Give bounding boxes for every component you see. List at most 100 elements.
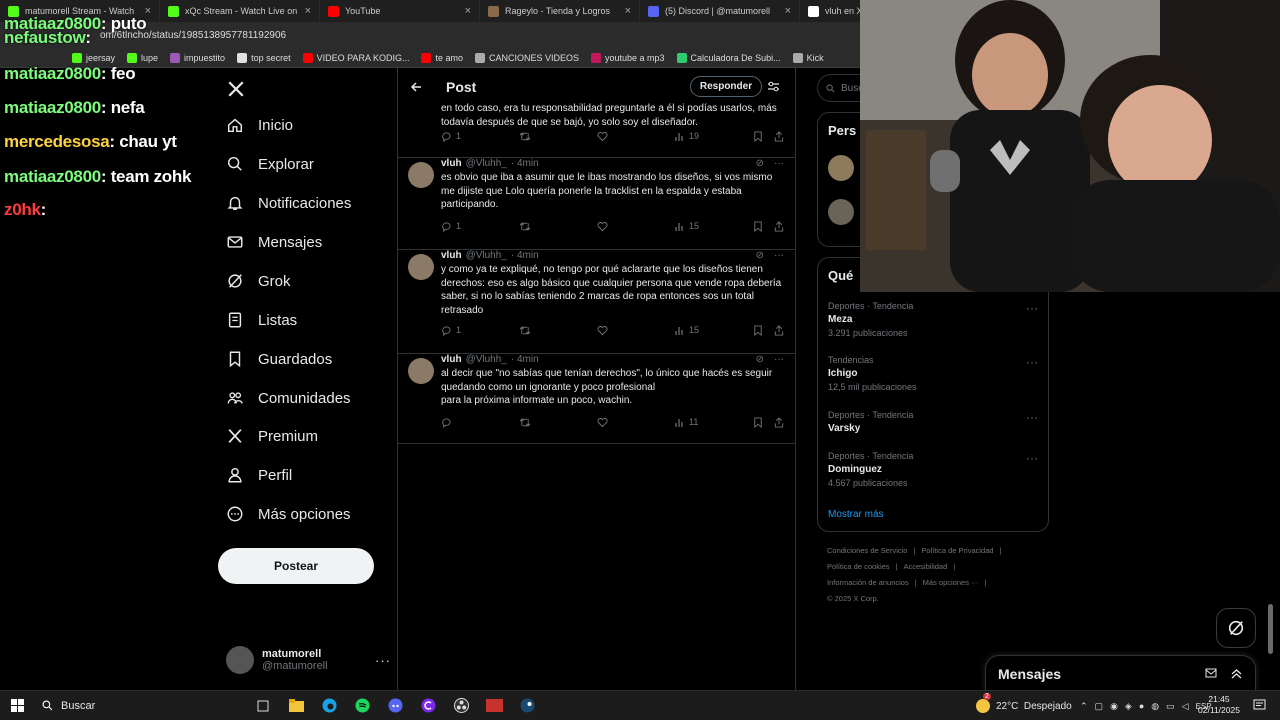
like-action[interactable] bbox=[597, 325, 612, 336]
avatar[interactable] bbox=[408, 358, 434, 384]
reply-action[interactable]: 1 bbox=[441, 221, 461, 232]
nav-item-mensajes[interactable]: Mensajes bbox=[226, 233, 322, 251]
reply-action[interactable]: 1 bbox=[441, 131, 461, 142]
footer-link[interactable]: Política de Privacidad bbox=[921, 546, 993, 555]
chevron-up-icon[interactable] bbox=[1230, 667, 1243, 680]
reply-button[interactable]: Responder bbox=[690, 76, 762, 97]
tweet-author-handle[interactable]: @Vluhh_ bbox=[466, 250, 507, 261]
steam-icon[interactable] bbox=[516, 695, 538, 717]
share-icon[interactable] bbox=[774, 416, 784, 428]
more-icon[interactable]: ··· bbox=[1026, 410, 1038, 424]
weather-widget[interactable]: 2 22°C Despejado bbox=[976, 693, 1072, 713]
bookmark-item[interactable]: VIDEO PARA KODIG... bbox=[299, 52, 414, 63]
bookmark-item[interactable]: youtube a mp3 bbox=[587, 52, 669, 63]
retweet-action[interactable] bbox=[519, 221, 535, 232]
obs-icon[interactable] bbox=[450, 695, 472, 717]
more-icon[interactable]: ··· bbox=[1026, 301, 1038, 315]
views-action[interactable]: 11 bbox=[675, 417, 698, 428]
like-action[interactable] bbox=[597, 417, 612, 428]
nav-item-premium[interactable]: Premium bbox=[226, 427, 318, 445]
bookmark-item[interactable]: jeersay bbox=[68, 52, 119, 63]
nav-item-explorar[interactable]: Explorar bbox=[226, 155, 314, 173]
tweet[interactable]: en todo caso, era tu responsabilidad pre… bbox=[398, 96, 796, 158]
tweet[interactable]: vluh @Vluhh_ · 4min ⊘ ··· y como ya te expliq… bbox=[398, 250, 796, 354]
canva-icon[interactable] bbox=[417, 695, 439, 717]
voicemeeter-icon[interactable] bbox=[483, 695, 505, 717]
file-explorer-icon[interactable] bbox=[285, 695, 307, 717]
close-tab-icon[interactable]: × bbox=[465, 5, 471, 17]
tweet-author-name[interactable]: vluh bbox=[441, 250, 462, 261]
tweet-time[interactable]: · 4min bbox=[511, 354, 539, 365]
notification-icon[interactable] bbox=[1253, 699, 1266, 712]
bookmark-icon[interactable] bbox=[753, 324, 763, 336]
back-arrow-icon[interactable] bbox=[410, 81, 422, 93]
trend-item[interactable]: Tendencias Ichigo 12,5 mil publicaciones ··… bbox=[828, 355, 1038, 392]
footer-link[interactable]: Condiciones de Servicio bbox=[827, 546, 907, 555]
share-icon[interactable] bbox=[774, 130, 784, 142]
bookmark-item[interactable]: top secret bbox=[233, 52, 295, 63]
more-icon[interactable]: ··· bbox=[1026, 451, 1038, 465]
nav-item-grok[interactable]: Grok bbox=[226, 272, 291, 290]
tray-app-icon[interactable]: ◈ bbox=[1125, 701, 1132, 712]
account-switcher[interactable]: matumorell @matumorell ··· bbox=[226, 646, 391, 674]
avatar[interactable] bbox=[828, 199, 854, 225]
more-icon[interactable]: ··· bbox=[774, 250, 784, 261]
nav-item-perfil[interactable]: Perfil bbox=[226, 466, 292, 484]
like-action[interactable] bbox=[597, 221, 612, 232]
nav-item-guardados[interactable]: Guardados bbox=[226, 350, 332, 368]
tweet-author-name[interactable]: vluh bbox=[441, 158, 462, 169]
views-action[interactable]: 15 bbox=[675, 221, 699, 232]
trend-item[interactable]: Deportes · Tendencia Varsky ··· bbox=[828, 410, 1038, 437]
grok-explain-icon[interactable]: ⊘ bbox=[756, 354, 764, 365]
tray-app-icon[interactable]: ▢ bbox=[1095, 701, 1104, 712]
footer-link[interactable]: Información de anuncios bbox=[827, 578, 909, 587]
nav-item-m-s-opciones[interactable]: Más opciones bbox=[226, 505, 351, 523]
retweet-action[interactable] bbox=[519, 131, 535, 142]
bookmark-item[interactable]: Calculadora De Subi... bbox=[673, 52, 785, 63]
tweet-time[interactable]: · 4min bbox=[511, 158, 539, 169]
scrollbar[interactable] bbox=[1268, 604, 1273, 654]
browser-tab[interactable]: xQc Stream - Watch Live on Kick × bbox=[160, 0, 320, 22]
views-action[interactable]: 19 bbox=[675, 131, 699, 142]
close-tab-icon[interactable]: × bbox=[785, 5, 791, 17]
bookmark-icon[interactable] bbox=[753, 416, 763, 428]
bookmark-icon[interactable] bbox=[753, 220, 763, 232]
bookmark-icon[interactable] bbox=[753, 130, 763, 142]
taskbar-clock[interactable]: 21:45 02/11/2025 bbox=[1198, 694, 1240, 716]
browser-tab[interactable]: (5) Discord | @matumorell × bbox=[640, 0, 800, 22]
grok-floating-button[interactable] bbox=[1216, 608, 1256, 648]
bookmark-item[interactable]: te amo bbox=[417, 52, 467, 63]
share-icon[interactable] bbox=[774, 220, 784, 232]
tray-app-icon[interactable]: ◍ bbox=[1151, 701, 1159, 712]
tweet-time[interactable]: · 4min bbox=[511, 250, 539, 261]
footer-link[interactable]: Política de cookies bbox=[827, 562, 890, 571]
post-button[interactable]: Postear bbox=[218, 548, 374, 584]
volume-icon[interactable]: ◁ bbox=[1182, 701, 1189, 712]
filter-sliders-icon[interactable] bbox=[767, 80, 780, 93]
edge-browser-icon[interactable] bbox=[318, 695, 340, 717]
more-icon[interactable]: ··· bbox=[774, 354, 784, 365]
grok-explain-icon[interactable]: ⊘ bbox=[756, 158, 764, 169]
footer-link[interactable]: Más opciones ··· bbox=[923, 578, 979, 587]
new-message-icon[interactable] bbox=[1205, 667, 1218, 680]
nav-item-listas[interactable]: Listas bbox=[226, 311, 297, 329]
trend-item[interactable]: Deportes · Tendencia Meza 3.291 publicacio… bbox=[828, 301, 1038, 338]
bookmark-item[interactable]: lupe bbox=[123, 52, 162, 63]
messages-drawer[interactable]: Mensajes bbox=[985, 655, 1256, 691]
show-more-link[interactable]: Mostrar más bbox=[828, 509, 884, 520]
tweet-author-handle[interactable]: @Vluhh_ bbox=[466, 354, 507, 365]
microphone-icon[interactable]: ● bbox=[1139, 701, 1144, 711]
footer-link[interactable]: © 2025 X Corp. bbox=[827, 594, 879, 603]
discord-icon[interactable] bbox=[384, 695, 406, 717]
browser-tab[interactable]: Rageylo - Tienda y Logros × bbox=[480, 0, 640, 22]
bookmark-item[interactable]: CANCIONES VIDEOS bbox=[471, 52, 583, 63]
retweet-action[interactable] bbox=[519, 325, 535, 336]
nav-item-comunidades[interactable]: Comunidades bbox=[226, 389, 351, 407]
reply-action[interactable] bbox=[441, 417, 456, 428]
taskbar-search[interactable]: Buscar bbox=[36, 695, 216, 717]
bookmark-item[interactable]: Kick bbox=[789, 52, 828, 63]
like-action[interactable] bbox=[597, 131, 612, 142]
browser-tab[interactable]: YouTube × bbox=[320, 0, 480, 22]
close-tab-icon[interactable]: × bbox=[625, 5, 631, 17]
start-button[interactable] bbox=[6, 695, 28, 717]
